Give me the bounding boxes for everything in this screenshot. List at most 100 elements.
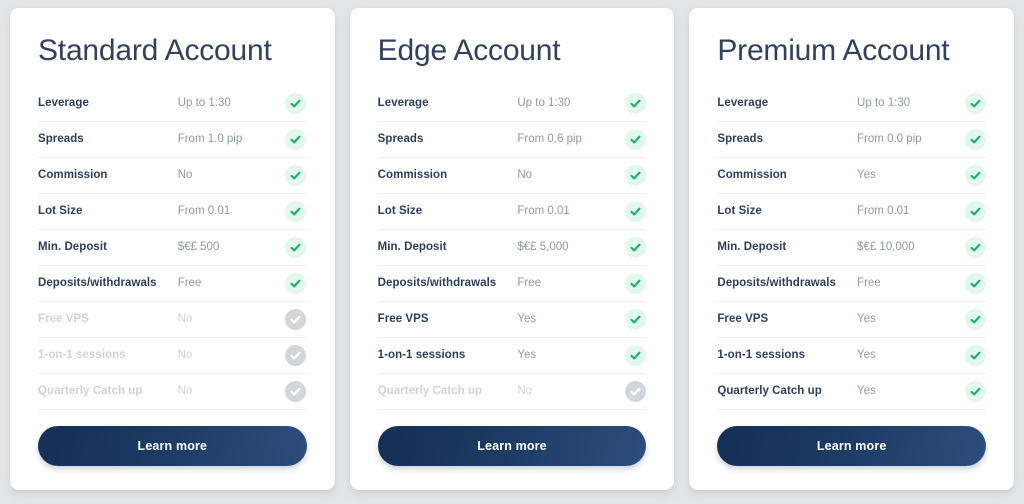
check-circle-icon: [285, 272, 307, 294]
check-circle-icon: [624, 92, 646, 114]
pricing-card: Edge Account Leverage Up to 1:30 Spreads Fro…: [349, 8, 675, 492]
feature-row: Spreads From 0.0 pip: [717, 122, 987, 158]
check-circle-icon: [285, 164, 307, 186]
check-circle-icon: [624, 200, 646, 222]
feature-row: 1-on-1 sessions Yes: [377, 338, 647, 374]
feature-status-cell: [964, 236, 986, 258]
feature-value: From 0.0 pip: [857, 133, 922, 145]
feature-label: Commission: [38, 169, 108, 181]
feature-label: Leverage: [377, 97, 429, 109]
check-circle-icon: [285, 200, 307, 222]
feature-value: Up to 1:30: [857, 97, 911, 109]
feature-row: Quarterly Catch up No: [377, 374, 647, 410]
feature-label: Min. Deposit: [38, 241, 107, 253]
feature-label: Deposits/withdrawals: [377, 277, 497, 289]
feature-row: Lot Size From 0.01: [377, 194, 647, 230]
feature-label: Leverage: [38, 97, 89, 109]
feature-status-cell: [624, 272, 646, 294]
feature-label: Min. Deposit: [377, 241, 447, 253]
feature-label: Lot Size: [717, 205, 762, 217]
feature-label: Spreads: [717, 133, 764, 145]
check-circle-icon: [285, 128, 307, 150]
feature-status-cell: [964, 308, 986, 330]
pricing-card: Standard Account Leverage Up to 1:30 Spread…: [10, 8, 335, 490]
feature-row: Leverage Up to 1:30: [717, 86, 987, 122]
learn-more-button[interactable]: Learn more: [717, 425, 987, 466]
feature-row: Leverage Up to 1:30: [377, 86, 647, 122]
feature-status-cell: [624, 344, 646, 366]
feature-value: Up to 1:30: [517, 97, 571, 109]
feature-value: $€£ 10,000: [857, 241, 915, 253]
feature-label: Commission: [717, 169, 787, 181]
feature-value: Yes: [517, 349, 537, 361]
feature-row: Spreads From 1.0 pip: [38, 122, 307, 158]
feature-value: Yes: [857, 385, 876, 397]
feature-row: Quarterly Catch up Yes: [717, 374, 987, 410]
feature-value: Yes: [857, 313, 876, 325]
feature-label: Quarterly Catch up: [717, 385, 822, 397]
check-circle-disabled-icon: [624, 380, 646, 402]
feature-row: Commission No: [377, 158, 647, 194]
feature-value: Up to 1:30: [177, 97, 231, 109]
card-footer: Learn more: [377, 410, 647, 492]
feature-label: 1-on-1 sessions: [717, 349, 806, 361]
check-circle-icon: [964, 272, 986, 294]
check-circle-icon: [964, 308, 986, 330]
feature-row: Free VPS Yes: [717, 302, 987, 338]
check-circle-icon: [624, 344, 646, 366]
check-circle-icon: [624, 236, 646, 258]
card-title: Premium Account: [717, 34, 950, 67]
feature-status-cell: [964, 272, 986, 294]
feature-value: No: [177, 385, 193, 397]
feature-value: From 0.01: [517, 205, 570, 217]
feature-label: Quarterly Catch up: [377, 385, 483, 397]
feature-row: Deposits/withdrawals Free: [377, 266, 647, 302]
feature-label: Min. Deposit: [717, 241, 787, 253]
check-circle-icon: [964, 200, 986, 222]
check-circle-icon: [285, 92, 307, 114]
feature-value: From 0.6 pip: [517, 133, 582, 145]
feature-row: Quarterly Catch up No: [38, 374, 307, 410]
feature-status-cell: [285, 164, 307, 186]
feature-status-cell: [624, 128, 646, 150]
feature-list: Leverage Up to 1:30 Spreads From 0.0 pip Com…: [717, 86, 987, 410]
feature-status-cell: [285, 200, 307, 222]
feature-status-cell: [285, 272, 307, 294]
feature-value: No: [517, 385, 533, 397]
feature-row: Leverage Up to 1:30: [38, 86, 307, 122]
check-circle-icon: [964, 236, 986, 258]
feature-label: Leverage: [717, 97, 769, 109]
feature-row: Commission No: [38, 158, 307, 194]
feature-status-cell: [624, 308, 646, 330]
learn-more-button[interactable]: Learn more: [377, 425, 647, 466]
feature-status-cell: [624, 92, 646, 114]
feature-row: Spreads From 0.6 pip: [377, 122, 647, 158]
feature-value: Free: [857, 277, 881, 289]
pricing-card: Premium Account Leverage Up to 1:30 Spreads…: [689, 8, 1015, 492]
feature-value: From 1.0 pip: [177, 133, 243, 145]
feature-status-cell: [285, 236, 307, 258]
feature-row: Free VPS No: [38, 302, 307, 338]
feature-value: From 0.01: [857, 205, 910, 217]
feature-status-cell: [964, 128, 986, 150]
feature-row: Free VPS Yes: [377, 302, 647, 338]
check-circle-icon: [964, 128, 986, 150]
feature-row: Lot Size From 0.01: [38, 194, 307, 230]
feature-row: 1-on-1 sessions Yes: [717, 338, 987, 374]
check-circle-icon: [624, 272, 646, 294]
pricing-cards-container: Standard Account Leverage Up to 1:30 Spread…: [0, 0, 1024, 504]
feature-value: Yes: [517, 313, 537, 325]
feature-row: Deposits/withdrawals Free: [717, 266, 987, 302]
feature-value: Free: [517, 277, 542, 289]
feature-row: Min. Deposit $€£ 500: [38, 230, 307, 266]
card-title: Standard Account: [38, 34, 272, 67]
learn-more-button[interactable]: Learn more: [38, 425, 307, 466]
check-circle-icon: [624, 308, 646, 330]
feature-status-cell: [285, 128, 307, 150]
feature-status-cell: [624, 236, 646, 258]
card-footer: Learn more: [717, 410, 987, 492]
feature-label: Free VPS: [38, 313, 89, 325]
feature-value: No: [177, 349, 193, 361]
feature-label: Commission: [377, 169, 448, 181]
check-circle-icon: [964, 92, 986, 114]
